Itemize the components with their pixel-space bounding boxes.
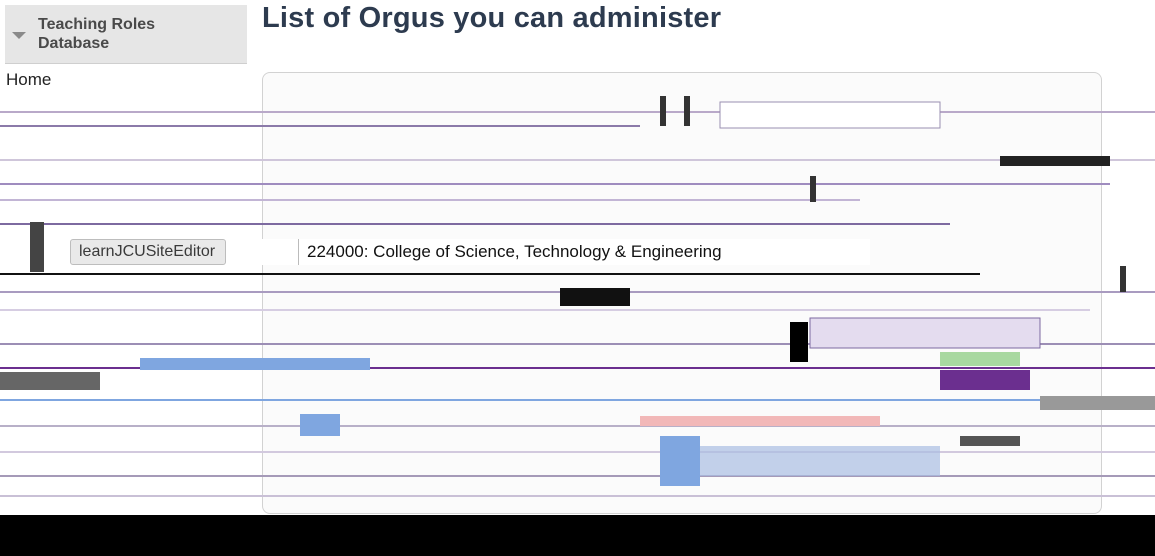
role-button[interactable]: learnJCUSiteEditor: [70, 239, 227, 265]
glitch-artifacts: [0, 96, 1155, 497]
sidebar-item-home[interactable]: Home: [6, 70, 51, 90]
sidebar-title: Teaching Roles Database: [38, 16, 156, 52]
corrupted-render-region: learnJCUSiteEditor 224000: College of Sc…: [0, 96, 1155, 512]
collapse-triangle-icon[interactable]: [12, 32, 26, 39]
sidebar-header[interactable]: Teaching Roles Database: [5, 5, 247, 64]
black-footer-band: [0, 515, 1155, 556]
role-row: learnJCUSiteEditor 224000: College of Sc…: [70, 239, 870, 265]
role-org: 224000: College of Science, Technology &…: [298, 239, 867, 265]
page-title: List of Orgus you can administer: [262, 2, 722, 34]
